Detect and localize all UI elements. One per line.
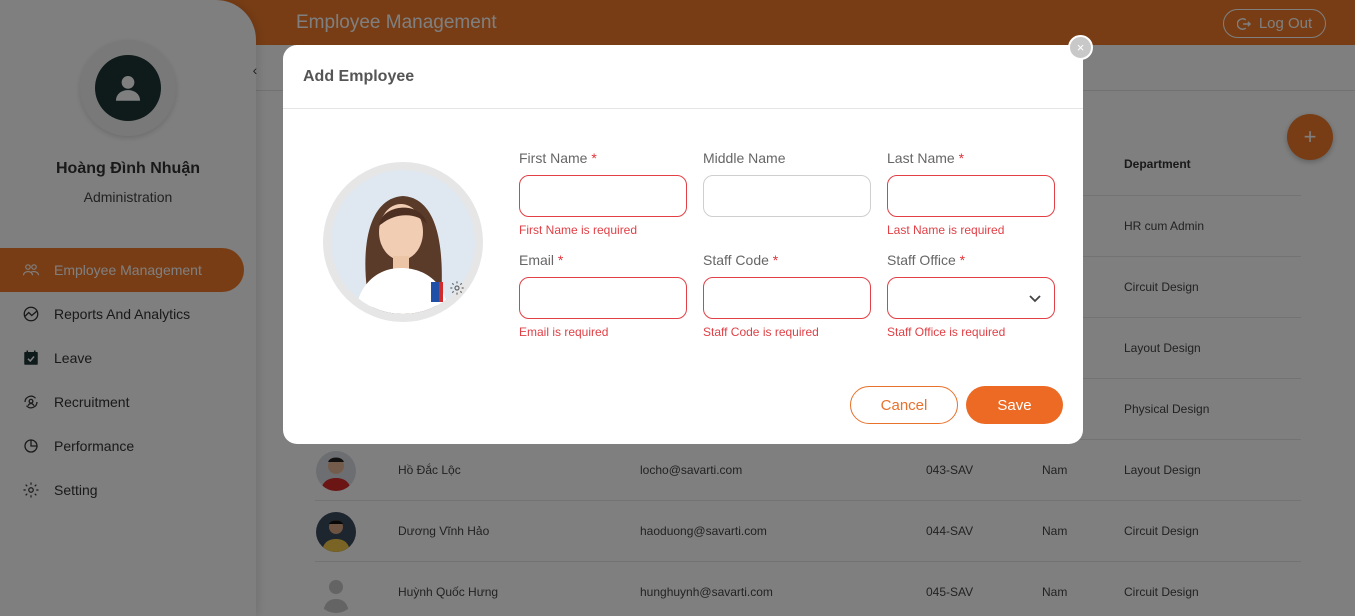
- email-label-text: Email: [519, 252, 555, 268]
- last-name-error: Last Name is required: [887, 223, 1005, 237]
- modal-divider: [283, 108, 1083, 109]
- last-name-label-text: Last Name: [887, 150, 955, 166]
- required-mark: *: [958, 150, 965, 166]
- email-label: Email *: [519, 252, 687, 272]
- staff-office-label-text: Staff Office: [887, 252, 956, 268]
- staff-code-error: Staff Code is required: [703, 325, 819, 339]
- last-name-label: Last Name *: [887, 150, 1055, 170]
- email-error: Email is required: [519, 325, 609, 339]
- close-icon: ×: [1076, 40, 1085, 55]
- middle-name-input[interactable]: [703, 175, 871, 217]
- first-name-group: First Name * First Name is required: [519, 150, 687, 237]
- email-input[interactable]: [519, 277, 687, 319]
- last-name-group: Last Name * Last Name is required: [887, 150, 1055, 237]
- middle-name-label: Middle Name: [703, 150, 871, 170]
- required-mark: *: [772, 252, 779, 268]
- last-name-input[interactable]: [887, 175, 1055, 217]
- email-group: Email * Email is required: [519, 252, 687, 339]
- staff-code-group: Staff Code * Staff Code is required: [703, 252, 871, 339]
- first-name-label-text: First Name: [519, 150, 588, 166]
- staff-office-select[interactable]: [887, 277, 1055, 319]
- staff-code-label-text: Staff Code: [703, 252, 769, 268]
- middle-name-group: Middle Name: [703, 150, 871, 217]
- required-mark: *: [959, 252, 966, 268]
- cancel-button[interactable]: Cancel: [850, 386, 958, 424]
- required-mark: *: [591, 150, 597, 166]
- first-name-label: First Name *: [519, 150, 687, 170]
- staff-office-label: Staff Office *: [887, 252, 1055, 272]
- staff-office-group: Staff Office * Staff Office is required: [887, 252, 1055, 339]
- staff-code-input[interactable]: [703, 277, 871, 319]
- employee-photo-upload[interactable]: [323, 162, 483, 322]
- add-employee-modal: Add Employee First Name * First Name is …: [283, 45, 1083, 444]
- middle-name-label-text: Middle Name: [703, 150, 786, 166]
- staff-office-error: Staff Office is required: [887, 325, 1006, 339]
- staff-code-label: Staff Code *: [703, 252, 871, 272]
- photo-settings-icon[interactable]: [449, 280, 465, 296]
- required-mark: *: [557, 252, 564, 268]
- chevron-down-icon: [1029, 295, 1041, 303]
- save-button[interactable]: Save: [966, 386, 1063, 424]
- modal-title: Add Employee: [303, 68, 415, 85]
- first-name-error: First Name is required: [519, 223, 638, 237]
- first-name-input[interactable]: [519, 175, 687, 217]
- close-modal-button[interactable]: ×: [1068, 35, 1093, 60]
